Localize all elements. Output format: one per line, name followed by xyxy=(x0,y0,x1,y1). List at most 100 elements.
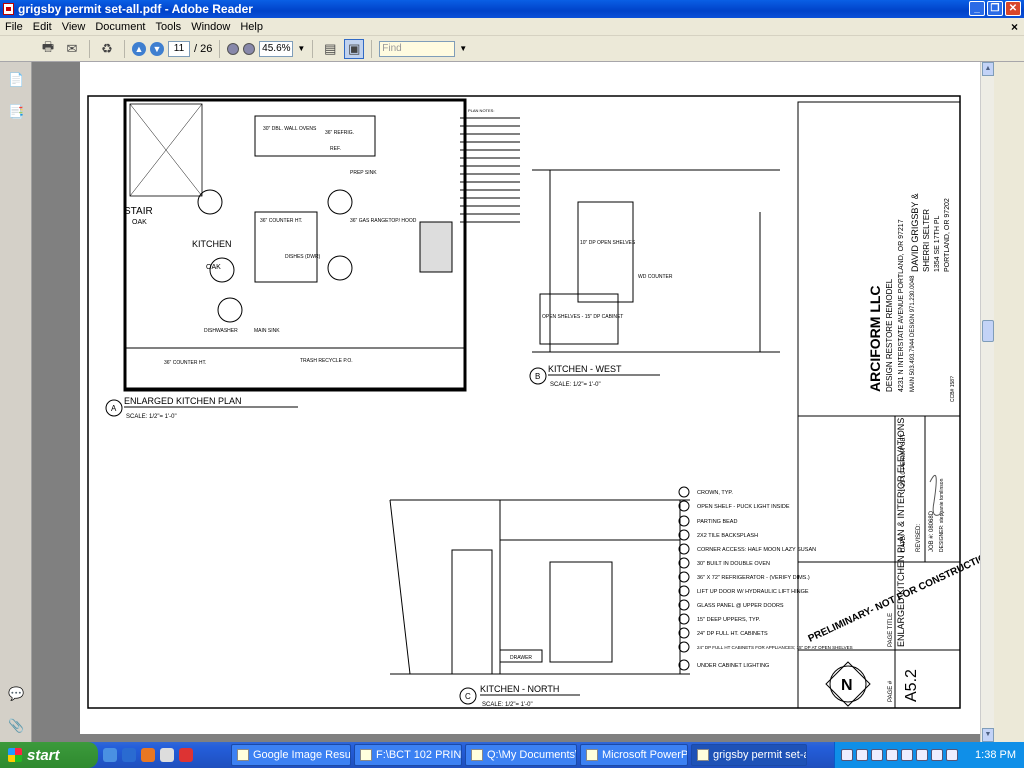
label-kitchen: KITCHEN xyxy=(192,239,232,249)
tray-icon[interactable] xyxy=(856,749,868,761)
label-prep-sink: PREP SINK xyxy=(350,170,377,176)
elevation-legend: CROWN, TYP. OPEN SHELF - PUCK LIGHT INSI… xyxy=(678,486,853,671)
job-number: JOB #: 08068D xyxy=(929,510,935,552)
tray-icon[interactable] xyxy=(931,749,943,761)
page-title-label: PAGE TITLE xyxy=(888,613,894,647)
label-range: 36" GAS RANGETOP/ HOOD xyxy=(350,218,417,224)
task-label: F:\BCT 102 PRINT R... xyxy=(376,749,462,761)
minimize-button[interactable]: _ xyxy=(969,1,985,16)
menu-file[interactable]: File xyxy=(0,21,28,33)
document-close-icon[interactable]: × xyxy=(1011,20,1018,34)
legend-item: 24" DP FULL HT CABINETS FOR APPLIANCES; … xyxy=(697,645,853,650)
zoom-out-icon[interactable] xyxy=(227,42,240,55)
client-line: DAVID GRIGSBY & xyxy=(910,193,920,272)
quicklaunch-app-icon[interactable] xyxy=(160,748,174,762)
label-counter-ht: 36" COUNTER HT. xyxy=(164,360,206,366)
quicklaunch-firefox-icon[interactable] xyxy=(141,748,155,762)
taskbar-item[interactable]: F:\BCT 102 PRINT R... xyxy=(354,744,462,766)
sheet-number: A5.2 xyxy=(903,669,920,702)
task-label: Microsoft PowerPoin... xyxy=(602,749,688,761)
taskbar-item[interactable]: Google Image Resul... xyxy=(231,744,351,766)
folder-icon xyxy=(471,749,483,761)
system-tray: 1:38 PM xyxy=(834,742,1024,768)
page-number-input[interactable]: 11 xyxy=(168,40,190,57)
plan-title: ENLARGED KITCHEN PLAN xyxy=(124,396,242,406)
tray-icon[interactable] xyxy=(871,749,883,761)
bookmarks-icon[interactable]: 📑 xyxy=(8,104,24,120)
label-main-sink: MAIN SINK xyxy=(254,328,280,334)
print-icon[interactable]: 🖶 xyxy=(38,39,58,59)
menu-window[interactable]: Window xyxy=(186,21,235,33)
maximize-button[interactable]: ❐ xyxy=(987,1,1003,16)
architectural-drawing: DAVID GRIGSBY & SHERRI SELTER 1354 SE 17… xyxy=(87,95,995,709)
find-dropdown-icon[interactable]: ▼ xyxy=(459,44,467,53)
tray-icon[interactable] xyxy=(886,749,898,761)
zoom-dropdown-icon[interactable]: ▼ xyxy=(297,44,305,53)
designer: DESIGNER: stephanie tomlinson xyxy=(939,478,945,552)
page-title: ENLARGED KITCHEN PLAN & INTERIOR ELEVATI… xyxy=(896,418,906,647)
scroll-down-icon[interactable]: ▼ xyxy=(982,728,994,742)
plan-notes-title: PLAN NOTES: xyxy=(468,108,494,113)
west-elevation xyxy=(532,169,780,353)
view-tag-letter: C xyxy=(465,692,471,701)
tray-icon[interactable] xyxy=(916,749,928,761)
label-open-shelves-cabinet: OPEN SHELVES - 15" DP CABINET xyxy=(542,314,623,320)
north-elevation xyxy=(389,499,690,675)
scroll-thumb[interactable] xyxy=(982,320,994,342)
firm-subtitle: DESIGN RESTORE REMODEL xyxy=(885,278,894,392)
legend-item: UNDER CABINET LIGHTING xyxy=(697,663,769,669)
legend-item: 2X2 TILE BACKSPLASH xyxy=(697,533,758,539)
label-trash: TRASH RECYCLE P.O. xyxy=(300,358,353,364)
quicklaunch-ie-icon[interactable] xyxy=(122,748,136,762)
title-bar: grigsby permit set-all.pdf - Adobe Reade… xyxy=(0,0,1024,18)
label-stair: STAIR xyxy=(124,206,153,217)
legend-item: OPEN SHELF - PUCK LIGHT INSIDE xyxy=(697,504,790,510)
scroll-up-icon[interactable]: ▲ xyxy=(982,62,994,76)
taskbar-item[interactable]: grigsby permit set-al... xyxy=(691,744,807,766)
fit-page-icon[interactable]: ▣ xyxy=(344,38,365,59)
right-margin xyxy=(994,62,1024,742)
label-counter: 36" COUNTER HT. xyxy=(260,218,302,224)
previous-page-icon[interactable]: ▲ xyxy=(132,41,146,56)
taskbar: start Google Image Resul... F:\BCT 102 P… xyxy=(0,742,1024,768)
menu-view[interactable]: View xyxy=(57,21,91,33)
share-icon[interactable]: ♻ xyxy=(97,39,117,59)
tray-icon[interactable] xyxy=(841,749,853,761)
task-label: grigsby permit set-al... xyxy=(713,749,806,761)
legend-item: 30" BUILT IN DOUBLE OVEN xyxy=(697,561,770,567)
pdf-page: DAVID GRIGSBY & SHERRI SELTER 1354 SE 17… xyxy=(80,62,995,734)
attachments-icon[interactable]: 📎 xyxy=(8,718,24,734)
start-button[interactable]: start xyxy=(0,742,98,768)
legend-item: 15" DEEP UPPERS, TYP. xyxy=(697,617,761,623)
label-ovens: 30" DBL. WALL OVENS xyxy=(263,126,317,132)
revised-label: REVISED: xyxy=(916,524,922,552)
legend-item: 36" X 72" REFRIGERATOR - (VERIFY DIMS.) xyxy=(697,575,810,581)
menu-document[interactable]: Document xyxy=(90,21,150,33)
next-page-icon[interactable]: ▼ xyxy=(150,41,164,56)
menu-edit[interactable]: Edit xyxy=(28,21,57,33)
north-title: KITCHEN - NORTH xyxy=(480,684,559,694)
menu-help[interactable]: Help xyxy=(235,21,268,33)
zoom-in-icon[interactable] xyxy=(243,42,256,55)
quicklaunch-pdf-icon[interactable] xyxy=(179,748,193,762)
tray-icon[interactable] xyxy=(946,749,958,761)
tray-icon[interactable] xyxy=(901,749,913,761)
toolbar-divider xyxy=(371,39,373,58)
vertical-scrollbar[interactable]: ▲ ▼ xyxy=(980,62,994,742)
label-dishwasher: DISHWASHER xyxy=(204,328,238,334)
menu-tools[interactable]: Tools xyxy=(151,21,187,33)
quicklaunch-desktop-icon[interactable] xyxy=(103,748,117,762)
find-input[interactable]: Find xyxy=(379,40,456,57)
pages-icon[interactable]: 📄 xyxy=(8,72,24,88)
fit-width-icon[interactable]: ▤ xyxy=(320,39,340,59)
taskbar-item[interactable]: Microsoft PowerPoin... xyxy=(580,744,688,766)
taskbar-item[interactable]: Q:\My Documents\M... xyxy=(465,744,577,766)
comments-icon[interactable]: 💬 xyxy=(8,686,24,702)
legend-item: PARTING BEAD xyxy=(697,519,737,525)
email-icon[interactable]: ✉ xyxy=(62,39,82,59)
zoom-level-input[interactable]: 45.6% xyxy=(259,40,294,57)
client-line: 1354 SE 17TH PL xyxy=(934,215,941,272)
legend-item: CORNER ACCESS: HALF MOON LAZY SUSAN xyxy=(697,547,816,553)
close-button[interactable]: ✕ xyxy=(1005,1,1021,16)
ccb-number: CCB# 158? xyxy=(950,376,956,402)
